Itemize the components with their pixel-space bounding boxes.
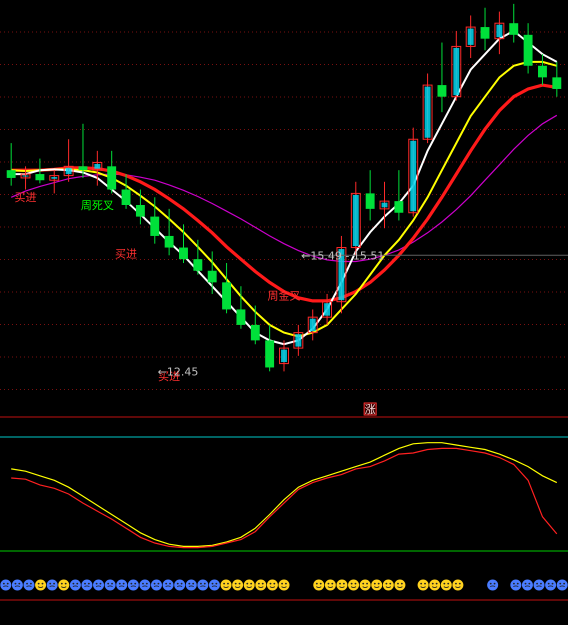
candle-body-fill — [295, 334, 302, 347]
smiley-icon — [336, 579, 348, 591]
smiley-icon — [35, 579, 47, 591]
candle-body — [394, 201, 404, 213]
oscillator-line — [11, 442, 558, 547]
signal-label: 周死叉 — [81, 199, 114, 212]
sad-face-icon — [545, 579, 557, 591]
sad-face-icon — [116, 579, 128, 591]
candle-body-fill — [424, 86, 431, 138]
smiley-icon — [371, 579, 383, 591]
stock-chart: 买进周死叉买进买进周金叉←12.45←15.49 - 15.51 涨 — [0, 3, 568, 601]
sad-face-icon — [533, 579, 545, 591]
candle-body-fill — [51, 177, 58, 179]
sad-face-icon — [208, 579, 220, 591]
candle-body — [150, 216, 160, 236]
sad-face-icon — [127, 579, 139, 591]
smiley-icon — [58, 579, 70, 591]
signal-label: 买进 — [115, 248, 137, 261]
candle-body — [164, 235, 174, 248]
smiley-icon — [382, 579, 394, 591]
candle-body — [193, 259, 203, 271]
sad-face-icon — [139, 579, 151, 591]
moving-average-ma60 — [10, 114, 558, 263]
candle-body — [265, 340, 275, 368]
sad-face-icon — [150, 579, 162, 591]
sad-face-icon — [81, 579, 93, 591]
candle-body — [78, 166, 88, 171]
smiley-icon — [324, 579, 336, 591]
smiley-icon — [255, 579, 267, 591]
candle-body — [236, 309, 246, 325]
candle-body — [6, 170, 16, 178]
candle-body-fill — [22, 175, 29, 177]
candle-body-fill — [65, 167, 72, 175]
signal-label: 周金叉 — [268, 288, 301, 302]
sad-face-icon — [556, 579, 568, 591]
candle-body — [538, 65, 547, 78]
rise-badge-label: 涨 — [365, 403, 376, 416]
smiley-icon — [452, 579, 464, 591]
candle-body-fill — [410, 140, 417, 212]
sad-face-icon — [185, 579, 197, 591]
candle-body-fill — [467, 28, 474, 45]
candle-body — [437, 85, 447, 97]
sad-face-icon — [0, 579, 12, 591]
candle-body-fill — [381, 202, 388, 208]
sad-face-icon — [521, 579, 533, 591]
sad-face-icon — [46, 579, 58, 591]
candle-body — [207, 270, 217, 283]
candle-body — [552, 77, 562, 89]
sad-face-icon — [487, 579, 499, 591]
smiley-icon — [220, 579, 232, 591]
candle-body — [179, 247, 188, 260]
candle-body-fill — [324, 303, 331, 316]
signal-label: 买进 — [15, 191, 37, 204]
candle-body — [35, 174, 45, 181]
oscillator-line — [11, 447, 558, 549]
candle-body-fill — [453, 47, 460, 96]
candle-body — [250, 324, 260, 341]
candle-body — [121, 189, 131, 205]
sad-face-icon — [69, 579, 81, 591]
smiley-icon — [417, 579, 429, 591]
candle-body — [509, 23, 519, 35]
candle-body — [107, 166, 117, 190]
candle-body — [135, 205, 145, 217]
smiley-icon — [232, 579, 244, 591]
candle-body — [480, 27, 490, 39]
smiley-icon — [243, 579, 255, 591]
candle-body — [222, 282, 232, 310]
candle-body — [365, 193, 375, 209]
price-marker-label: ←12.45 — [158, 365, 199, 378]
smiley-icon — [440, 579, 452, 591]
candle-body-fill — [281, 349, 287, 363]
signal-labels: 买进周死叉买进买进周金叉←12.45←15.49 - 15.51 — [15, 191, 568, 383]
candle-body-fill — [94, 163, 101, 169]
candle-body-fill — [496, 24, 503, 38]
sad-face-icon — [11, 579, 23, 591]
smiley-icon — [266, 579, 278, 591]
smiley-icon — [313, 579, 325, 591]
sad-face-icon — [510, 579, 522, 591]
candle-body — [523, 34, 533, 66]
sad-face-icon — [93, 579, 105, 591]
moving-average-ma20 — [11, 83, 558, 303]
sad-face-icon — [174, 579, 186, 591]
candle-body-fill — [352, 194, 359, 247]
sad-face-icon — [197, 579, 209, 591]
smiley-icon — [278, 579, 290, 591]
oscillator-panel: 涨 — [0, 402, 568, 552]
candle-body-fill — [309, 318, 316, 332]
sad-face-icon — [23, 579, 35, 591]
smiley-icon — [348, 579, 360, 591]
smiley-icon — [394, 579, 406, 591]
signal-icon-strip — [0, 579, 568, 591]
smiley-icon — [429, 579, 441, 591]
price-marker-label: ←15.49 - 15.51 — [301, 249, 384, 262]
smiley-icon — [359, 579, 371, 591]
sad-face-icon — [162, 579, 174, 591]
sad-face-icon — [104, 579, 116, 591]
